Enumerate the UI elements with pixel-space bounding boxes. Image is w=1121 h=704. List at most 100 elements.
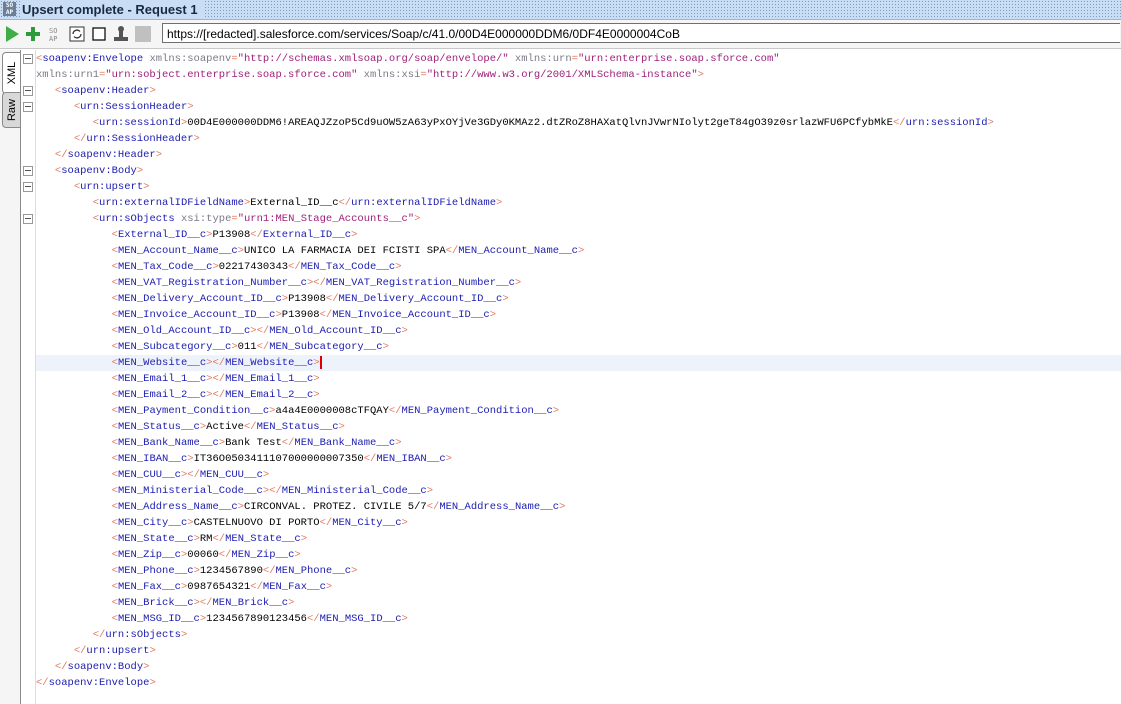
xml-text-value: Bank Test [225, 437, 282, 449]
window-title: Upsert complete - Request 1 [22, 1, 204, 18]
soap-icon[interactable]: SOAP [46, 25, 64, 43]
endpoint-url-input[interactable]: https://[redacted].salesforce.com/servic… [162, 23, 1120, 43]
xml-tag-name: urn:SessionHeader [80, 101, 188, 113]
xml-text-value: External_ID__c [250, 197, 339, 209]
collapse-toggle-icon[interactable] [23, 102, 33, 112]
xml-bracket: > [559, 501, 566, 513]
xml-line: <MEN_Zip__c>00060</MEN_Zip__c> [36, 547, 1121, 563]
xml-bracket: </ [92, 629, 106, 641]
collapse-toggle-icon[interactable] [23, 86, 33, 96]
collapse-toggle-icon[interactable] [23, 214, 33, 224]
tab-raw[interactable]: Raw [2, 92, 20, 128]
xml-bracket: > [401, 613, 408, 625]
xml-line: <MEN_Tax_Code__c>02217430343</MEN_Tax_Co… [36, 259, 1121, 275]
xml-bracket: </ [307, 613, 320, 625]
xml-line: <MEN_Status__c>Active</MEN_Status__c> [36, 419, 1121, 435]
xml-line: <MEN_State__c>RM</MEN_State__c> [36, 531, 1121, 547]
run-icon[interactable] [3, 25, 21, 43]
xml-line: </urn:upsert> [36, 643, 1121, 659]
xml-bracket: </ [363, 453, 377, 465]
xml-bracket: > [401, 325, 408, 337]
xml-text-value: 0987654321 [187, 581, 251, 593]
xml-tag-name: urn:sObjects [105, 629, 181, 641]
stamp-icon[interactable] [112, 25, 130, 43]
xml-tag-name: MEN_City__c [117, 517, 188, 529]
xml-bracket: > [300, 533, 308, 545]
xml-attr-name: xmlns:xsi [357, 69, 421, 81]
xml-tag-name: MEN_Bank_Name__c [294, 437, 396, 449]
xml-bracket: </ [218, 549, 232, 561]
refresh-icon[interactable] [68, 25, 86, 43]
xml-tag-name: MEN_Tax_Code__c [300, 261, 396, 273]
xml-tag-name: MEN_Address_Name__c [439, 501, 560, 513]
xml-bracket: > [414, 213, 421, 225]
xml-line: <MEN_Invoice_Account_ID__c>P13908</MEN_I… [36, 307, 1121, 323]
xml-bracket: </ [892, 117, 906, 129]
xml-attr-value: "urn:enterprise.soap.sforce.com" [577, 53, 780, 65]
xml-bracket: </ [73, 133, 87, 145]
xml-bracket: > [325, 581, 333, 593]
xml-bracket: > [262, 469, 270, 481]
xml-text-value: P13908 [281, 309, 320, 321]
xml-attr-name: xmlns:soapenv [143, 53, 232, 65]
xml-tag-name: urn:sessionId [905, 117, 988, 129]
xml-tag-name: MEN_MSG_ID__c [319, 613, 402, 625]
xml-bracket: > [496, 197, 503, 209]
xml-tag-name: MEN_Fax__c [262, 581, 326, 593]
xml-tag-name: urn:upsert [80, 181, 144, 193]
tab-xml[interactable]: XML [2, 52, 20, 94]
xml-tag-name: urn:SessionHeader [86, 133, 194, 145]
xml-tag-name: MEN_Invoice_Account_ID__c [117, 309, 276, 321]
disabled-button-icon [135, 26, 151, 42]
xml-tag-name: External_ID__c [117, 229, 207, 241]
xml-tag-name: MEN_VAT_Registration_Number__c [117, 277, 307, 289]
xml-text-value: CASTELNUOVO DI PORTO [193, 517, 320, 529]
xml-tag-name: MEN_Phone__c [117, 565, 194, 577]
xml-bracket: </ [243, 421, 257, 433]
xml-tag-name: MEN_Email_2__c [225, 389, 314, 401]
xml-tag-name: MEN_City__c [332, 517, 402, 529]
xml-line: </urn:SessionHeader> [36, 131, 1121, 147]
xml-tag-name: MEN_IBAN__c [376, 453, 446, 465]
xml-tag-name: MEN_Zip__c [117, 549, 181, 561]
xml-tag-name: MEN_Payment_Condition__c [401, 405, 553, 417]
xml-text-value: 00D4E000000DDM6!AREAQJZzoP5Cd9uOW5zA63yP… [187, 117, 893, 129]
xml-line: <MEN_Bank_Name__c>Bank Test</MEN_Bank_Na… [36, 435, 1121, 451]
xml-tag-name: MEN_Brick__c [212, 597, 289, 609]
xml-tag-name: MEN_Subcategory__c [117, 341, 232, 353]
xml-bracket: > [351, 229, 358, 241]
xml-tag-name: MEN_Payment_Condition__c [117, 405, 270, 417]
xml-line: </soapenv:Envelope> [36, 675, 1121, 691]
xml-tag-name: MEN_Fax__c [117, 581, 181, 593]
xml-line: <External_ID__c>P13908</External_ID__c> [36, 227, 1121, 243]
xml-bracket: </ [388, 405, 402, 417]
xml-tag-name: MEN_Invoice_Account_ID__c [332, 309, 490, 321]
xml-tag-name: MEN_Ministerial_Code__c [117, 485, 263, 497]
xml-bracket: > [382, 341, 389, 353]
xml-line: <MEN_Delivery_Account_ID__c>P13908</MEN_… [36, 291, 1121, 307]
xml-bracket: > [180, 629, 188, 641]
xml-line: <soapenv:Body> [36, 163, 1121, 179]
xml-bracket: </ [73, 645, 87, 657]
xml-line: <MEN_IBAN__c>IT36O0503411107000000007350… [36, 451, 1121, 467]
xml-tag-name: soapenv:Header [67, 149, 156, 161]
collapse-toggle-icon[interactable] [23, 166, 33, 176]
xml-bracket: </ [256, 325, 270, 337]
xml-bracket: </ [250, 229, 263, 241]
collapse-toggle-icon[interactable] [23, 182, 33, 192]
xml-attr-name: xsi:type [174, 213, 232, 225]
xml-text-value: 02217430343 [218, 261, 289, 273]
xml-bracket: </ [36, 677, 49, 689]
add-icon[interactable] [24, 25, 42, 43]
xml-line: <MEN_VAT_Registration_Number__c></MEN_VA… [36, 275, 1121, 291]
xml-line: <MEN_Account_Name__c>UNICO LA FARMACIA D… [36, 243, 1121, 259]
stop-icon[interactable] [90, 25, 108, 43]
xml-bracket: </ [256, 341, 270, 353]
xml-line: <MEN_Brick__c></MEN_Brick__c> [36, 595, 1121, 611]
xml-bracket: </ [288, 261, 301, 273]
collapse-toggle-icon[interactable] [23, 54, 33, 64]
xml-tag-name: MEN_Old_Account_ID__c [117, 325, 251, 337]
xml-bracket: > [395, 261, 402, 273]
xml-editor[interactable]: <soapenv:Envelope xmlns:soapenv="http://… [36, 50, 1121, 704]
xml-text-value: P13908 [212, 229, 251, 241]
